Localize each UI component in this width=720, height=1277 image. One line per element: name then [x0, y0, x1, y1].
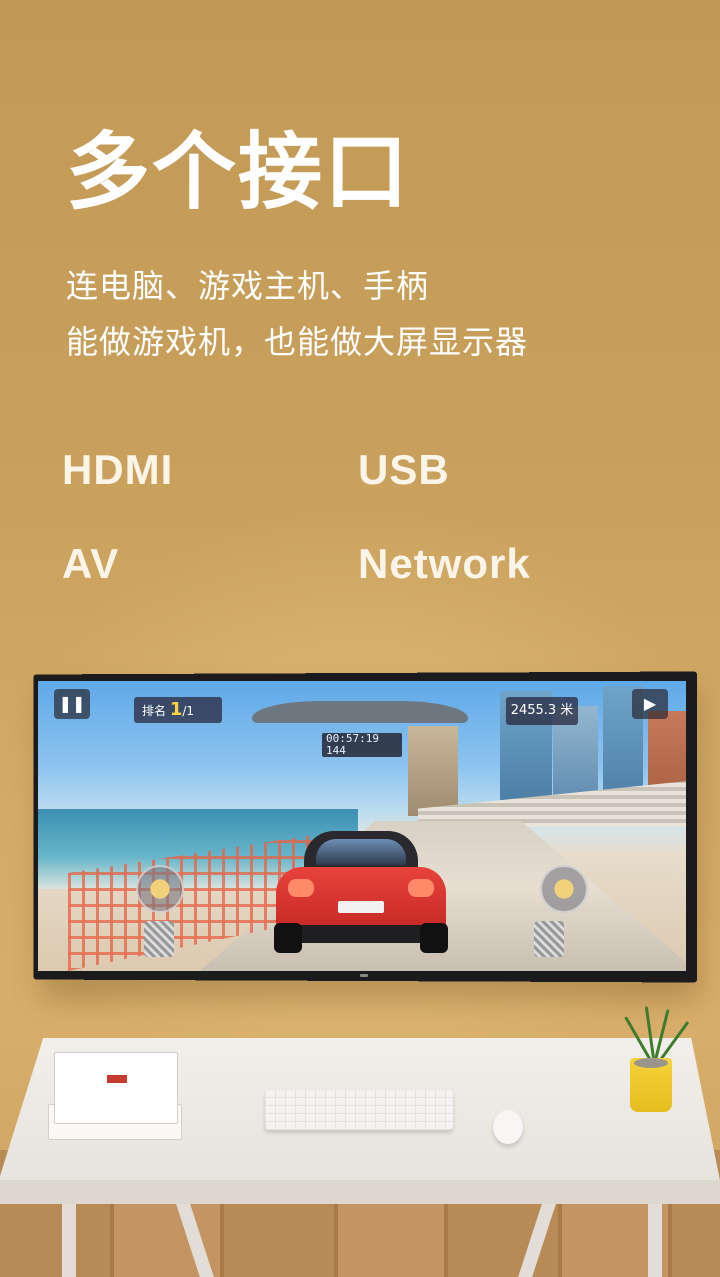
red-race-car [274, 831, 448, 953]
keyboard [265, 1090, 453, 1130]
distance-display: 2455.3 米 [506, 697, 578, 725]
subtitle-line-1: 连电脑、游戏主机、手柄 [66, 267, 430, 305]
mouse [493, 1110, 523, 1144]
grandstand [418, 781, 686, 827]
license-plate [338, 901, 384, 913]
car-window [316, 839, 406, 865]
wheel-right [420, 923, 448, 953]
page-title: 多个接口 [66, 123, 411, 221]
port-label-usb: USB [358, 446, 450, 493]
car-bumper [282, 925, 440, 943]
desk-leg [62, 1204, 76, 1277]
building [408, 726, 458, 816]
desk-leg [648, 1204, 662, 1277]
book-cover-mark [107, 1075, 127, 1083]
rank-value: 1 [169, 699, 183, 720]
tv-logo [360, 974, 368, 977]
camera-icon: ▶ [632, 689, 668, 719]
rank-label: 排名 [142, 704, 167, 718]
finish-gate [252, 701, 468, 723]
book [54, 1052, 178, 1124]
brake-pedal-icon [144, 921, 174, 957]
tv-screen: ❚❚ 排名 1/1 00:57:19 144 2455.3 米 ▶ [38, 681, 686, 971]
book-stack [48, 1046, 182, 1144]
tail-light-left [288, 879, 314, 897]
race-timer: 00:57:19 144 [322, 733, 402, 757]
port-label-hdmi: HDMI [62, 446, 174, 493]
steer-left-icon [136, 865, 184, 913]
port-label-av: AV [62, 540, 120, 587]
subtitle-line-2: 能做游戏机，也能做大屏显示器 [66, 323, 529, 361]
speed-value: 144 [326, 744, 346, 757]
rank-display: 排名 1/1 [134, 697, 222, 723]
tail-light-right [408, 879, 434, 897]
pause-icon: ❚❚ [54, 689, 90, 719]
gas-pedal-icon [534, 921, 564, 957]
steer-right-icon [540, 865, 588, 913]
plant-soil [634, 1058, 668, 1068]
wheel-left [274, 923, 302, 953]
desk-edge [0, 1180, 720, 1204]
port-label-network: Network [358, 540, 531, 587]
rank-total: /1 [182, 704, 195, 718]
